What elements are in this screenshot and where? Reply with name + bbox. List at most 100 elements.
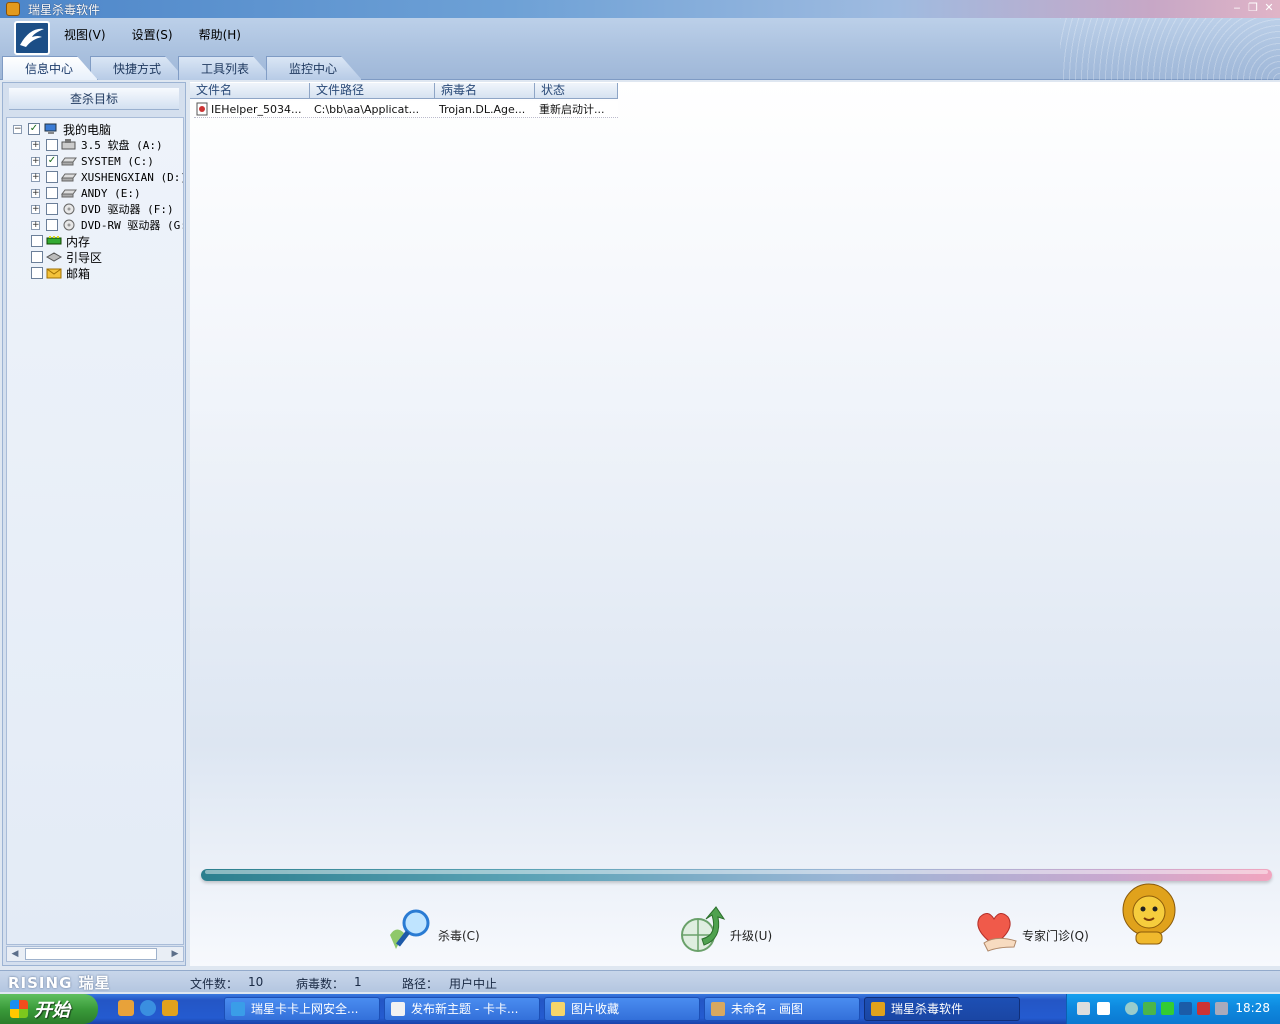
minimize-button[interactable]: ‒ bbox=[1230, 1, 1244, 15]
cell-filename: IEHelper_5034... bbox=[194, 101, 310, 118]
tree-label: SYSTEM (C:) bbox=[81, 154, 154, 168]
rising-lion-icon[interactable] bbox=[162, 1000, 178, 1016]
tab-monitor[interactable]: 监控中心 bbox=[266, 56, 363, 80]
taskbar-item-kaka[interactable]: 瑞星卡卡上网安全... bbox=[224, 997, 380, 1021]
scan-label: 杀毒(C) bbox=[438, 928, 480, 943]
upgrade-button[interactable]: 升级(U) bbox=[678, 900, 772, 960]
column-header-filepath[interactable]: 文件路径 bbox=[310, 83, 435, 99]
checkbox-drive-f[interactable] bbox=[46, 203, 58, 215]
security-icon[interactable] bbox=[1197, 1002, 1210, 1015]
tab-info-center[interactable]: 信息中心 bbox=[2, 56, 99, 80]
tree-horizontal-scrollbar[interactable]: ◀ ▶ bbox=[6, 946, 184, 962]
results-table-header: 文件名 文件路径 病毒名 状态 bbox=[190, 83, 618, 99]
expand-icon[interactable]: + bbox=[31, 140, 40, 150]
results-area: 文件名 文件路径 病毒名 状态 IEHelper_5034... C:\bb\a… bbox=[190, 82, 1280, 966]
tree-label: XUSHENGXIAN (D:) bbox=[81, 170, 184, 184]
tree-node-drive-e[interactable]: + ANDY (E:) bbox=[31, 185, 141, 201]
ie-browser-icon[interactable] bbox=[140, 1000, 156, 1016]
start-label: 开始 bbox=[34, 1000, 70, 1021]
column-header-filename[interactable]: 文件名 bbox=[190, 83, 310, 99]
keyboard-icon[interactable] bbox=[1077, 1002, 1090, 1015]
checkbox-drive-c[interactable]: ✓ bbox=[46, 155, 58, 167]
paint-brush-icon bbox=[711, 1002, 725, 1016]
start-button[interactable]: 开始 bbox=[0, 994, 98, 1024]
tree-label: 邮箱 bbox=[66, 266, 91, 281]
checkbox-drive-d[interactable] bbox=[46, 171, 58, 183]
checkbox-drive-e[interactable] bbox=[46, 187, 58, 199]
tree-label: DVD 驱动器 (F:) bbox=[81, 203, 174, 216]
tree-label: ANDY (E:) bbox=[81, 186, 141, 200]
quick-launch bbox=[118, 1000, 178, 1016]
menu-settings[interactable]: 设置(S) bbox=[128, 26, 177, 43]
green-status-icon[interactable] bbox=[1161, 1002, 1174, 1015]
menu-bar: 视图(V) 设置(S) 帮助(H) bbox=[60, 26, 245, 43]
quicklaunch-app-icon[interactable] bbox=[118, 1000, 134, 1016]
menu-view[interactable]: 视图(V) bbox=[60, 26, 110, 43]
checkbox-memory[interactable] bbox=[31, 235, 43, 247]
scroll-left-icon[interactable]: ◀ bbox=[8, 948, 22, 960]
taskbar-item-label: 瑞星杀毒软件 bbox=[891, 1002, 964, 1016]
table-row[interactable]: IEHelper_5034... C:\bb\aa\Applicat... Tr… bbox=[194, 101, 618, 118]
expert-clinic-label: 专家门诊(Q) bbox=[1022, 928, 1089, 943]
tree-node-floppy[interactable]: + 3.5 软盘 (A:) bbox=[31, 137, 163, 153]
document-icon bbox=[391, 1002, 405, 1016]
tree-label: DVD-RW 驱动器 (G: bbox=[81, 219, 184, 232]
taskbar-item-pictures[interactable]: 图片收藏 bbox=[544, 997, 700, 1021]
checkbox-mailbox[interactable] bbox=[31, 267, 43, 279]
help-icon[interactable] bbox=[1097, 1002, 1110, 1015]
files-count-label: 文件数： bbox=[190, 977, 239, 991]
rising-monitor-icon[interactable] bbox=[1179, 1002, 1192, 1015]
expert-clinic-button[interactable]: 专家门诊(Q) bbox=[970, 900, 1089, 960]
floppy-drive-icon bbox=[61, 139, 76, 150]
windows-flag-icon bbox=[10, 1000, 28, 1018]
column-header-status[interactable]: 状态 bbox=[535, 83, 618, 99]
tree-node-drive-g[interactable]: + DVD-RW 驱动器 (G: bbox=[31, 217, 184, 233]
rising-lion-mascot-icon[interactable] bbox=[1116, 882, 1182, 948]
hard-drive-icon bbox=[61, 189, 77, 198]
windows-taskbar: 开始 瑞星卡卡上网安全... 发布新主题 - 卡卡... 图片收藏 未命名 - … bbox=[0, 994, 1280, 1024]
infected-file-icon bbox=[196, 102, 208, 116]
cell-status: 重新启动计... bbox=[539, 103, 605, 116]
tree-label: 3.5 软盘 (A:) bbox=[81, 139, 163, 152]
expand-icon[interactable]: + bbox=[31, 188, 40, 198]
menu-help[interactable]: 帮助(H) bbox=[195, 26, 245, 43]
scroll-right-icon[interactable]: ▶ bbox=[168, 948, 182, 960]
tree-node-memory[interactable]: 内存 bbox=[31, 233, 90, 249]
tree-label: 引导区 bbox=[66, 250, 103, 265]
expand-icon[interactable]: + bbox=[31, 220, 40, 230]
network-icon[interactable] bbox=[1215, 1002, 1228, 1015]
cell-filepath: C:\bb\aa\Applicat... bbox=[314, 103, 420, 116]
tray-arrow-icon[interactable] bbox=[1125, 1002, 1138, 1015]
checkbox-drive-g[interactable] bbox=[46, 219, 58, 231]
hard-drive-icon bbox=[61, 157, 77, 166]
tree-node-drive-f[interactable]: + DVD 驱动器 (F:) bbox=[31, 201, 174, 217]
rising-logo-icon[interactable] bbox=[14, 21, 50, 55]
taskbar-item-paint[interactable]: 未命名 - 画图 bbox=[704, 997, 860, 1021]
tree-node-boot-sector[interactable]: 引导区 bbox=[31, 249, 102, 265]
checkbox-boot-sector[interactable] bbox=[31, 251, 43, 263]
scan-button[interactable]: 杀毒(C) bbox=[386, 900, 480, 960]
heart-hand-icon bbox=[977, 913, 1017, 952]
close-button[interactable]: ✕ bbox=[1262, 1, 1276, 15]
restore-button[interactable]: ❐ bbox=[1246, 1, 1260, 15]
tree-node-mailbox[interactable]: 邮箱 bbox=[31, 265, 90, 281]
checkbox-my-computer[interactable]: ✓ bbox=[28, 123, 40, 135]
tab-shortcuts[interactable]: 快捷方式 bbox=[90, 56, 187, 80]
expand-icon[interactable]: + bbox=[31, 204, 40, 214]
tree-node-drive-d[interactable]: + XUSHENGXIAN (D:) bbox=[31, 169, 184, 185]
expand-icon[interactable]: + bbox=[31, 156, 40, 166]
scroll-thumb[interactable] bbox=[25, 948, 157, 960]
taskbar-item-label: 发布新主题 - 卡卡... bbox=[411, 1002, 519, 1016]
checkbox-floppy[interactable] bbox=[46, 139, 58, 151]
folder-icon bbox=[551, 1002, 565, 1016]
umbrella-icon[interactable] bbox=[1143, 1002, 1156, 1015]
expand-icon[interactable]: + bbox=[31, 172, 40, 182]
tree-node-drive-c[interactable]: + ✓ SYSTEM (C:) bbox=[31, 153, 154, 169]
collapse-icon[interactable]: − bbox=[13, 124, 22, 134]
tree-node-my-computer[interactable]: − ✓ 我的电脑 bbox=[13, 121, 111, 137]
system-tray: 18:28 bbox=[1066, 994, 1280, 1024]
taskbar-item-rising-antivirus[interactable]: 瑞星杀毒软件 bbox=[864, 997, 1020, 1021]
column-header-virus-name[interactable]: 病毒名 bbox=[435, 83, 535, 99]
tab-tools[interactable]: 工具列表 bbox=[178, 56, 275, 80]
taskbar-item-post-topic[interactable]: 发布新主题 - 卡卡... bbox=[384, 997, 540, 1021]
